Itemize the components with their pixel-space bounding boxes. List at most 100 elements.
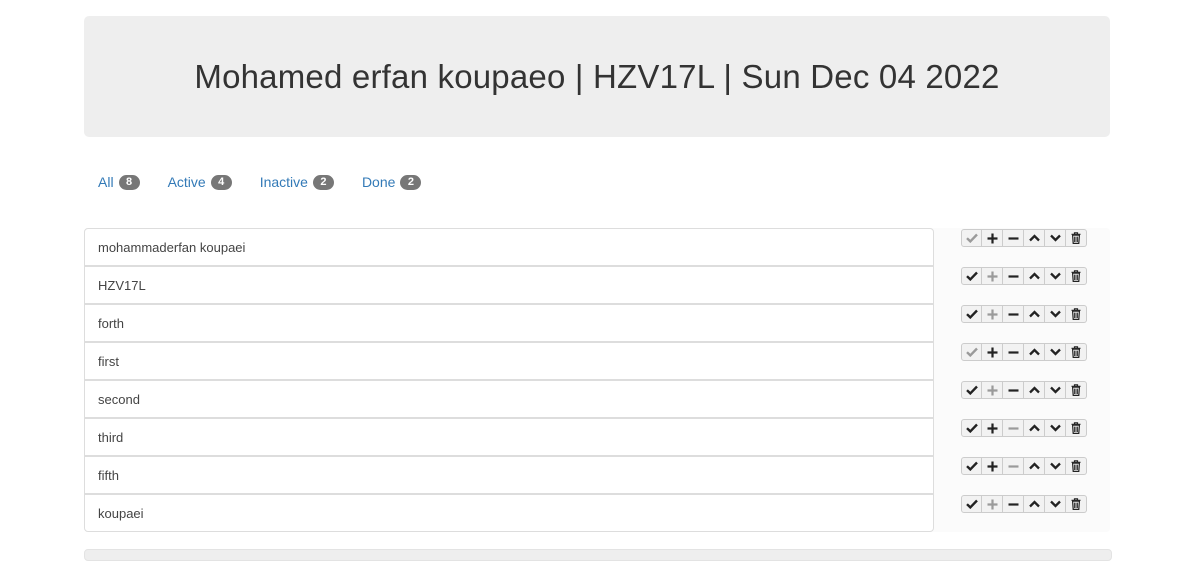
move-down-button[interactable] [1045, 419, 1066, 437]
delete-button[interactable] [1066, 381, 1087, 399]
delete-button[interactable] [1066, 495, 1087, 513]
deactivate-button[interactable] [1003, 495, 1024, 513]
filter-inactive[interactable]: Inactive 2 [260, 174, 334, 190]
trash-icon [1071, 270, 1081, 282]
deactivate-button[interactable] [1003, 381, 1024, 399]
chevron-down-icon [1049, 500, 1061, 508]
delete-button[interactable] [1066, 305, 1087, 323]
move-up-button[interactable] [1024, 267, 1045, 285]
delete-button[interactable] [1066, 267, 1087, 285]
activate-button[interactable] [982, 229, 1003, 247]
move-up-button[interactable] [1024, 495, 1045, 513]
mark-done-button[interactable] [961, 457, 982, 475]
todo-item-text: mohammaderfan koupaei [98, 239, 246, 255]
move-up-button[interactable] [1024, 457, 1045, 475]
activate-button[interactable] [982, 419, 1003, 437]
mark-done-button[interactable] [961, 305, 982, 323]
todo-item[interactable]: first [84, 342, 934, 380]
mark-done-button[interactable] [961, 495, 982, 513]
move-down-button[interactable] [1045, 381, 1066, 399]
todo-item-text: koupaei [98, 505, 144, 521]
todo-item-controls [961, 342, 1087, 380]
mark-done-button[interactable] [961, 229, 982, 247]
minus-icon [1008, 385, 1019, 396]
move-down-button[interactable] [1045, 457, 1066, 475]
plus-icon [987, 499, 998, 510]
filter-inactive-count: 2 [312, 174, 334, 190]
todo-list: mohammaderfan koupaei HZV17L forth first sec… [84, 228, 934, 532]
todo-controls [961, 228, 1087, 532]
todo-button-group [961, 457, 1087, 475]
todo-item-text: forth [98, 315, 125, 331]
mark-done-button[interactable] [961, 343, 982, 361]
deactivate-button[interactable] [1003, 305, 1024, 323]
trash-icon [1071, 422, 1081, 434]
todo-button-group [961, 229, 1087, 247]
deactivate-button[interactable] [1003, 419, 1024, 437]
todo-item[interactable]: third [84, 418, 934, 456]
todo-item[interactable]: mohammaderfan koupaei [84, 228, 934, 266]
activate-button[interactable] [982, 267, 1003, 285]
todo-button-group [961, 495, 1087, 513]
mark-done-button[interactable] [961, 267, 982, 285]
deactivate-button[interactable] [1003, 267, 1024, 285]
todo-item-controls [961, 304, 1087, 342]
chevron-down-icon [1049, 386, 1061, 394]
move-up-button[interactable] [1024, 229, 1045, 247]
plus-icon [987, 309, 998, 320]
deactivate-button[interactable] [1003, 343, 1024, 361]
trash-icon [1071, 308, 1081, 320]
move-up-button[interactable] [1024, 343, 1045, 361]
activate-button[interactable] [982, 457, 1003, 475]
todo-item-controls [961, 228, 1087, 266]
filter-active[interactable]: Active 4 [168, 174, 232, 190]
todo-item[interactable]: HZV17L [84, 266, 934, 304]
chevron-up-icon [1028, 348, 1040, 356]
page-title: Mohamed erfan koupaeo | HZV17L | Sun Dec… [194, 57, 1000, 95]
todo-item[interactable]: fifth [84, 456, 934, 494]
todo-item-controls [961, 456, 1087, 494]
trash-icon [1071, 232, 1081, 244]
move-up-button[interactable] [1024, 381, 1045, 399]
mark-done-button[interactable] [961, 419, 982, 437]
todo-item[interactable]: koupaei [84, 494, 934, 532]
chevron-up-icon [1028, 386, 1040, 394]
move-up-button[interactable] [1024, 419, 1045, 437]
move-down-button[interactable] [1045, 495, 1066, 513]
deactivate-button[interactable] [1003, 229, 1024, 247]
activate-button[interactable] [982, 381, 1003, 399]
delete-button[interactable] [1066, 419, 1087, 437]
filter-all-label: All [98, 174, 114, 190]
minus-icon [1008, 423, 1019, 434]
activate-button[interactable] [982, 305, 1003, 323]
move-down-button[interactable] [1045, 343, 1066, 361]
move-up-button[interactable] [1024, 305, 1045, 323]
trash-icon [1071, 346, 1081, 358]
move-down-button[interactable] [1045, 305, 1066, 323]
activate-button[interactable] [982, 495, 1003, 513]
delete-button[interactable] [1066, 343, 1087, 361]
chevron-down-icon [1049, 424, 1061, 432]
todo-item[interactable]: forth [84, 304, 934, 342]
minus-icon [1008, 233, 1019, 244]
checkmark-icon [965, 271, 978, 281]
checkmark-icon [965, 423, 978, 433]
filter-inactive-label: Inactive [259, 174, 308, 190]
delete-button[interactable] [1066, 457, 1087, 475]
filter-done[interactable]: Done 2 [361, 174, 422, 190]
activate-button[interactable] [982, 343, 1003, 361]
mark-done-button[interactable] [961, 381, 982, 399]
filter-all[interactable]: All 8 [98, 174, 140, 190]
todo-item-controls [961, 380, 1087, 418]
trash-icon [1071, 460, 1081, 472]
filter-done-label: Done [361, 174, 396, 190]
chevron-down-icon [1049, 272, 1061, 280]
deactivate-button[interactable] [1003, 457, 1024, 475]
move-down-button[interactable] [1045, 229, 1066, 247]
todo-item[interactable]: second [84, 380, 934, 418]
delete-button[interactable] [1066, 229, 1087, 247]
plus-icon [987, 271, 998, 282]
move-down-button[interactable] [1045, 267, 1066, 285]
minus-icon [1008, 347, 1019, 358]
todo-item-controls [961, 418, 1087, 456]
